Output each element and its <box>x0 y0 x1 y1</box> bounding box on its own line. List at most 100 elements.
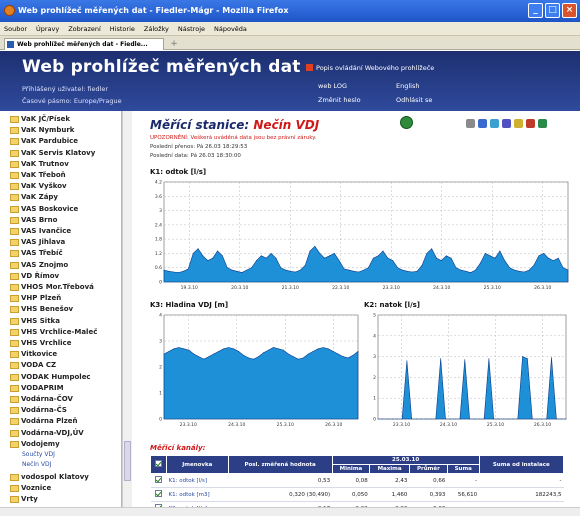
wrench-icon[interactable] <box>466 119 475 128</box>
menu-bookmarks[interactable]: Záložky <box>144 22 169 35</box>
minimize-button[interactable]: _ <box>528 3 543 18</box>
logged-user: Přihlášený uživatel: fiedler <box>22 85 109 93</box>
sidebar-item[interactable]: VaK Vyškov <box>10 182 67 191</box>
sidebar-item-label: VHS Vrchlice-Maleč <box>21 327 98 336</box>
manual-link[interactable]: Popis ovládání Webového prohlížeče <box>306 64 434 72</box>
sidebar-item[interactable]: VHOS Mor.Třebová <box>10 283 94 291</box>
y-tick-label: 1 <box>159 391 162 397</box>
sidebar-item-label: VAS Boskovice <box>21 204 79 213</box>
sidebar-item-label: VAS Znojmo <box>21 260 69 269</box>
sidebar-item[interactable]: VaK Zápy <box>10 193 58 202</box>
english-link[interactable]: English <box>396 82 419 90</box>
timezone: Časové pásmo: Europe/Prague <box>22 97 122 105</box>
change-password-link[interactable]: Změnit heslo <box>318 96 361 104</box>
cell-sum: 56,610 <box>447 487 480 502</box>
browser-tab[interactable]: Web prohlížeč měřených dat - Fiedle... <box>4 38 164 50</box>
sidebar-item[interactable]: VODAK Humpolec <box>10 373 91 381</box>
sidebar-item-label: VODA CZ <box>21 361 57 370</box>
sidebar-item[interactable]: Vodárna Plzeň <box>10 417 78 426</box>
x-tick-label: 23.3.10 <box>180 422 197 428</box>
logout-link[interactable]: Odhlásit se <box>396 96 432 104</box>
sidebar-item-label: VaK JČ/Písek <box>21 115 71 123</box>
menu-file[interactable]: Soubor <box>4 22 27 35</box>
sidebar-item[interactable]: VHS Benešov <box>10 305 73 314</box>
table-row: K1: odtok [m3] 0,320 (30,490) 0,050 1,460 0,… <box>150 487 564 502</box>
sidebar-item[interactable]: VHP Plzeň <box>10 294 61 303</box>
maximize-button[interactable]: □ <box>545 3 560 18</box>
data-point <box>304 264 306 266</box>
sidebar-item[interactable]: VD Římov <box>10 272 59 280</box>
sidebar-item[interactable]: VODA CZ <box>10 361 57 370</box>
sidebar-item[interactable]: Vodárna-ČS <box>10 406 67 415</box>
sidebar-item[interactable]: VAS Ivančice <box>10 227 71 235</box>
data-point <box>347 357 349 359</box>
users-icon[interactable] <box>490 119 499 128</box>
export-icon[interactable] <box>514 119 523 128</box>
sidebar-subitem[interactable]: Nečín VDJ <box>22 461 51 468</box>
menu-help[interactable]: Nápověda <box>214 22 247 35</box>
data-point <box>322 347 324 348</box>
data-point <box>488 358 490 360</box>
scrollbar-thumb[interactable] <box>124 441 131 481</box>
sidebar-item[interactable]: VAS Jihlava <box>10 238 65 247</box>
sidebar-item[interactable]: VaK JČ/Písek <box>10 115 70 123</box>
sidebar-scrollbar[interactable] <box>122 111 132 516</box>
sidebar-item[interactable]: VaK Nymburk <box>10 126 74 135</box>
weblog-link[interactable]: web LOG <box>318 82 347 90</box>
sidebar-item[interactable]: VaK Servis Klatovy <box>10 149 95 157</box>
sidebar-item[interactable]: VAS Boskovice <box>10 205 78 213</box>
horizontal-scrollbar[interactable] <box>0 507 580 516</box>
sidebar-item[interactable]: Vitkovice <box>10 350 57 359</box>
close-button[interactable]: × <box>562 3 577 18</box>
sidebar-item[interactable]: VaK Trutnov <box>10 160 69 168</box>
sidebar-subitem[interactable]: Součty VDJ <box>22 451 55 458</box>
menu-tools[interactable]: Nástroje <box>178 22 205 35</box>
data-point <box>507 418 509 420</box>
sidebar-item[interactable]: VaK Pardubice <box>10 137 78 146</box>
sidebar-item[interactable]: VAS Znojmo <box>10 261 68 269</box>
y-tick-label: 3.6 <box>155 194 162 200</box>
cell-name[interactable]: K1: odtok [m3] <box>166 487 229 502</box>
channel-checkbox[interactable] <box>155 490 162 497</box>
data-point <box>426 253 428 254</box>
sidebar-item[interactable]: VODAPRIM <box>10 384 64 392</box>
data-point <box>352 354 354 356</box>
cell-max: 1,460 <box>369 487 410 502</box>
pdf-icon[interactable] <box>526 119 535 128</box>
sidebar-item[interactable]: VHS Vrchlice <box>10 339 71 347</box>
data-point <box>533 264 535 266</box>
home-icon[interactable] <box>400 116 413 129</box>
new-tab-button[interactable]: + <box>168 39 180 49</box>
sidebar-item[interactable]: VHS Vrchlice-Maleč <box>10 328 97 336</box>
data-point <box>465 270 467 272</box>
sidebar-item[interactable]: Voznice <box>10 484 51 493</box>
data-point <box>183 348 185 350</box>
sidebar-item[interactable]: VHS Sitka <box>10 317 60 325</box>
people-icon[interactable] <box>478 119 487 128</box>
cell-name[interactable]: K1: odtok [l/s] <box>166 473 229 488</box>
x-tick-label: 22.3.10 <box>332 285 349 291</box>
sidebar-item-label: VaK Třeboň <box>21 171 66 179</box>
sidebar-item[interactable]: VAS Brno <box>10 216 57 224</box>
print-icon[interactable] <box>502 119 511 128</box>
data-point <box>270 253 272 254</box>
sidebar-item[interactable]: vodospol Klatovy <box>10 473 89 481</box>
sidebar-item[interactable]: VaK Třeboň <box>10 171 66 179</box>
sidebar-item[interactable]: Vodárna-VDJ,ÚV <box>10 429 84 437</box>
channel-checkbox[interactable] <box>155 476 162 483</box>
x-tick-label: 26.3.10 <box>534 285 551 291</box>
sidebar-item[interactable]: Vodojemy <box>10 440 60 448</box>
menu-edit[interactable]: Úpravy <box>36 22 59 35</box>
data-point <box>454 418 456 420</box>
menu-history[interactable]: Historie <box>110 22 135 35</box>
sidebar-item[interactable]: VAS Třebíč <box>10 249 63 258</box>
menu-view[interactable]: Zobrazení <box>68 22 101 35</box>
data-point <box>480 262 481 264</box>
data-point <box>460 269 462 271</box>
sidebar-item[interactable]: Vodárna-ČOV <box>10 395 73 403</box>
settings-icon[interactable] <box>538 119 547 128</box>
sidebar-item[interactable]: Vrty <box>10 495 38 504</box>
checkbox-all[interactable] <box>155 460 162 467</box>
y-tick-label: 2 <box>373 375 376 381</box>
data-point <box>493 418 495 420</box>
